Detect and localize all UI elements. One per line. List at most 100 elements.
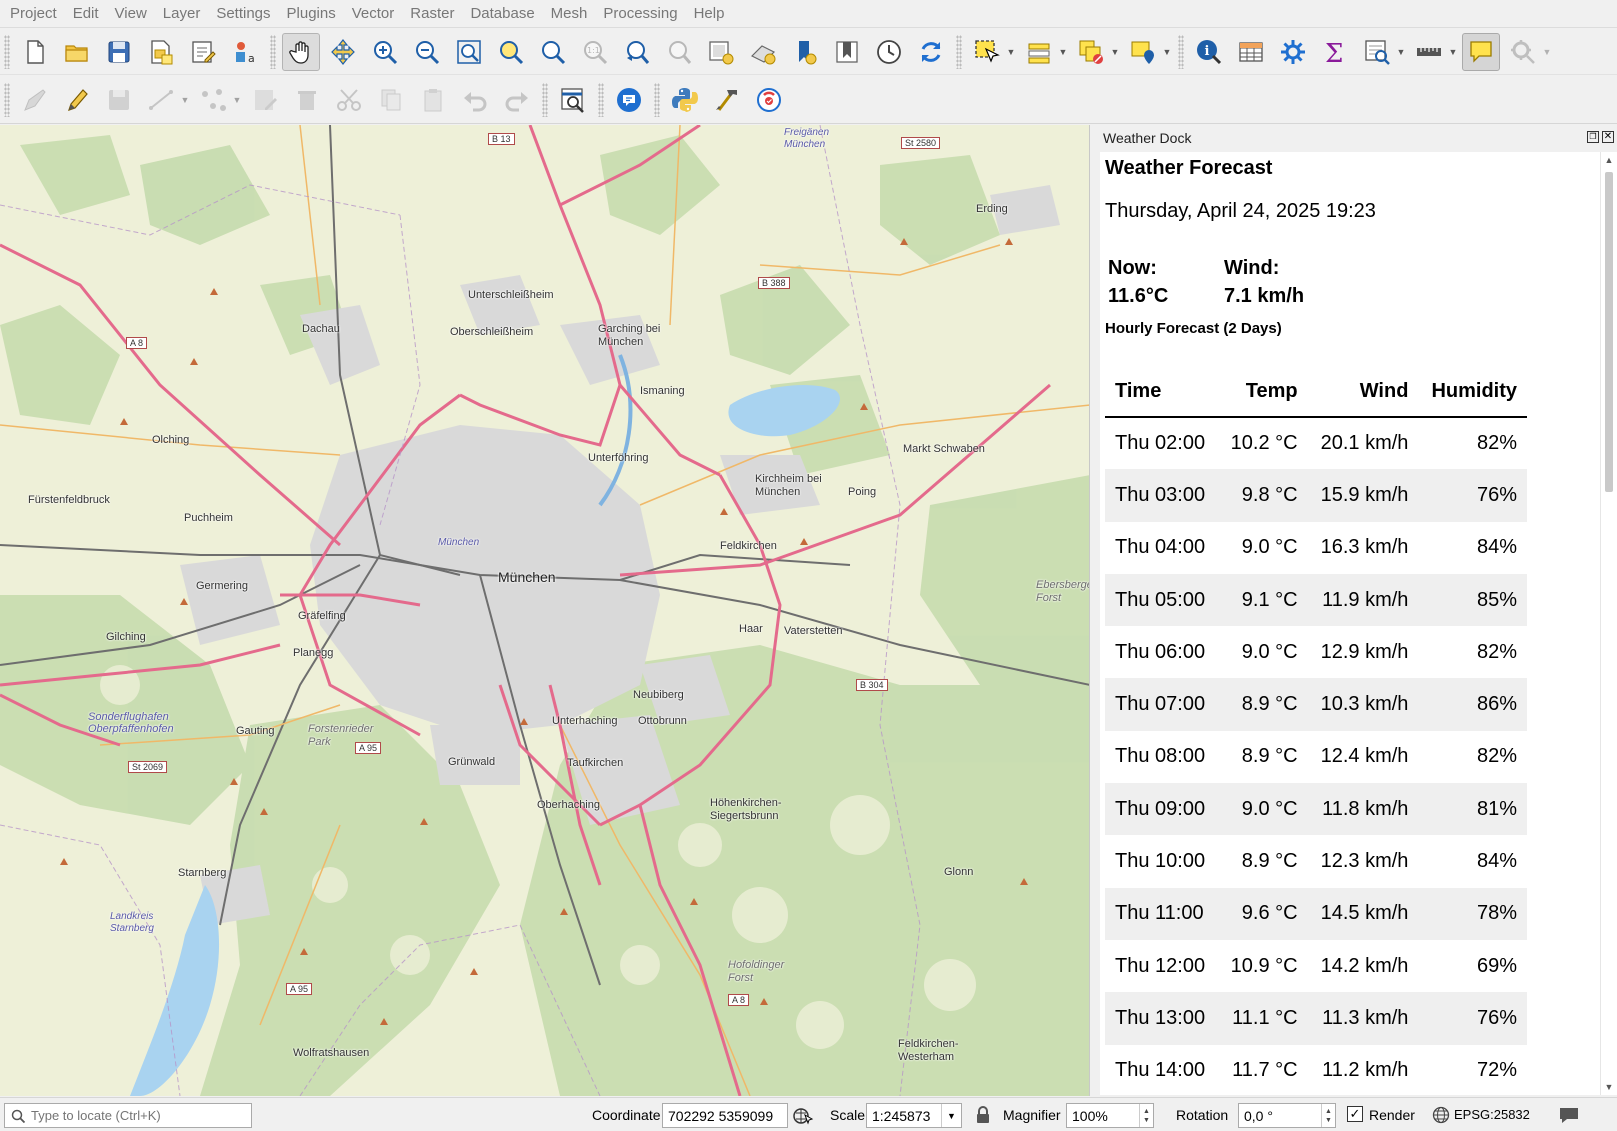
select-by-value-icon[interactable] [1020, 33, 1058, 71]
locator-filter-icon[interactable] [554, 81, 592, 119]
cell-humidity: 76% [1418, 992, 1527, 1045]
cell-temp: 9.8 °C [1218, 469, 1308, 522]
menu-raster[interactable]: Raster [402, 5, 462, 22]
menu-settings[interactable]: Settings [208, 5, 278, 22]
menu-project[interactable]: Project [2, 5, 65, 22]
rotation-label: Rotation [1176, 1107, 1229, 1123]
crs-label[interactable]: EPSG:25832 [1454, 1107, 1530, 1122]
menu-edit[interactable]: Edit [65, 5, 107, 22]
measure-dropdown-icon[interactable]: ▼ [1448, 33, 1458, 71]
new-3d-map-view-icon[interactable] [744, 33, 782, 71]
select-features-icon[interactable] [968, 33, 1006, 71]
toolbar-handle[interactable] [4, 34, 10, 69]
scrollbar-thumb[interactable] [1605, 172, 1613, 492]
map-label-hofoldinger-forst: Hofoldinger Forst [728, 959, 785, 984]
scale-combobox[interactable]: 1:245873 ▼ [866, 1103, 962, 1128]
toggle-editing-icon[interactable] [58, 81, 96, 119]
render-checkbox[interactable]: ✓ [1347, 1106, 1363, 1122]
scroll-down-icon[interactable]: ▼ [1601, 1079, 1617, 1095]
dock-close-icon[interactable]: ✕ [1602, 131, 1614, 143]
new-map-view-icon[interactable] [702, 33, 740, 71]
save-as-icon[interactable] [142, 33, 180, 71]
cell-time: Thu 03:00 [1105, 469, 1219, 522]
menu-processing[interactable]: Processing [595, 5, 685, 22]
messages-icon[interactable] [1558, 1105, 1580, 1125]
zoom-to-layer-icon[interactable] [534, 33, 572, 71]
scroll-up-icon[interactable]: ▲ [1601, 152, 1617, 168]
new-project-icon[interactable] [16, 33, 54, 71]
menu-view[interactable]: View [107, 5, 155, 22]
locator-bar[interactable] [4, 1103, 252, 1128]
save-edits-icon [100, 81, 138, 119]
scale-dropdown-icon[interactable]: ▼ [941, 1104, 961, 1127]
map-tips-dropdown-icon[interactable]: ▼ [1396, 33, 1406, 71]
table-row: Thu 04:00 9.0 °C 16.3 km/h 84% [1105, 522, 1527, 574]
zoom-in-icon[interactable] [366, 33, 404, 71]
plugin-reloader-icon[interactable] [750, 81, 788, 119]
measure-line-icon[interactable] [1410, 33, 1448, 71]
weather-plugin-icon[interactable] [610, 81, 648, 119]
menu-plugins[interactable]: Plugins [279, 5, 344, 22]
layout-manager-icon[interactable] [184, 33, 222, 71]
cell-time: Thu 02:00 [1115, 432, 1206, 455]
pan-map-icon[interactable] [282, 32, 320, 71]
dock-scrollbar[interactable]: ▲ ▼ [1600, 152, 1617, 1095]
rotation-spin-icon[interactable]: ▲ ▼ [1321, 1104, 1335, 1127]
map-tips-icon[interactable] [1358, 33, 1396, 71]
menu-layer[interactable]: Layer [155, 5, 209, 22]
show-bookmarks-icon[interactable] [828, 33, 866, 71]
coordinate-field[interactable]: 702292 5359099 [662, 1103, 788, 1128]
menu-help[interactable]: Help [686, 5, 733, 22]
now-label: Now: [1108, 257, 1157, 279]
style-manager-icon[interactable]: a [226, 33, 264, 71]
menu-vector[interactable]: Vector [344, 5, 403, 22]
dock-float-icon[interactable]: ❐ [1587, 131, 1599, 143]
map-label-unterschleissheim: Unterschleißheim [468, 289, 554, 301]
select-by-location-icon[interactable] [1124, 33, 1162, 71]
cell-wind: 11.3 km/h [1307, 992, 1419, 1045]
refresh-icon[interactable] [912, 33, 950, 71]
attribute-table-icon[interactable] [1232, 33, 1270, 71]
toolbar-handle[interactable] [4, 82, 10, 117]
select-by-value-dropdown-icon[interactable]: ▼ [1058, 33, 1068, 71]
menu-database[interactable]: Database [462, 5, 542, 22]
map-label-gilching: Gilching [106, 631, 146, 643]
digitizing-toolbar: ▼ ▼ [0, 76, 1617, 124]
menu-mesh[interactable]: Mesh [543, 5, 596, 22]
magnifier-spinbox[interactable]: 100% ▲ ▼ [1066, 1103, 1154, 1128]
dock-title-bar[interactable]: Weather Dock [1094, 125, 1617, 151]
table-row: Thu 02:00 10.2 °C 20.1 km/h 82% [1105, 417, 1527, 469]
toolbox-icon[interactable] [1274, 33, 1312, 71]
lock-scale-icon[interactable] [975, 1106, 991, 1124]
table-row: Thu 10:00 8.9 °C 12.3 km/h 84% [1105, 835, 1527, 887]
deselect-features-icon[interactable] [1072, 33, 1110, 71]
now-temperature: 11.6°C [1108, 285, 1169, 307]
pan-to-selection-icon[interactable] [324, 33, 362, 71]
locator-input[interactable] [31, 1108, 231, 1123]
identify-features-icon[interactable]: i [1190, 33, 1228, 71]
temporal-controller-icon[interactable] [870, 33, 908, 71]
open-project-icon[interactable] [58, 33, 96, 71]
python-console-icon[interactable] [666, 81, 704, 119]
map-canvas[interactable]: München Dachau Unterschleißheim Oberschl… [0, 125, 1090, 1096]
zoom-out-icon[interactable] [408, 33, 446, 71]
new-bookmark-icon[interactable] [786, 33, 824, 71]
zoom-full-icon[interactable] [450, 33, 488, 71]
toggle-extents-mouse-icon[interactable] [792, 1105, 814, 1127]
rotation-spinbox[interactable]: 0,0 ° ▲ ▼ [1238, 1103, 1336, 1128]
zoom-to-selection-icon[interactable] [492, 33, 530, 71]
crs-globe-icon[interactable] [1432, 1106, 1450, 1124]
rotation-value: 0,0 ° [1244, 1107, 1273, 1124]
magnifier-spin-icon[interactable]: ▲ ▼ [1139, 1104, 1153, 1127]
deselect-dropdown-icon[interactable]: ▼ [1110, 33, 1120, 71]
save-project-icon[interactable] [100, 33, 138, 71]
statistics-icon[interactable]: Σ [1316, 33, 1354, 71]
select-by-location-dropdown-icon[interactable]: ▼ [1162, 33, 1172, 71]
plugin-builder-icon[interactable] [708, 81, 746, 119]
select-features-dropdown-icon[interactable]: ▼ [1006, 33, 1016, 71]
table-row: Thu 09:00 9.0 °C 11.8 km/h 81% [1105, 783, 1527, 836]
show-map-tips-icon[interactable] [1462, 32, 1500, 71]
map-label-landkreis-starnberg: Landkreis Starnberg [110, 911, 154, 934]
table-row: Thu 05:00 9.1 °C 11.9 km/h 85% [1105, 573, 1527, 627]
zoom-last-icon[interactable] [618, 33, 656, 71]
